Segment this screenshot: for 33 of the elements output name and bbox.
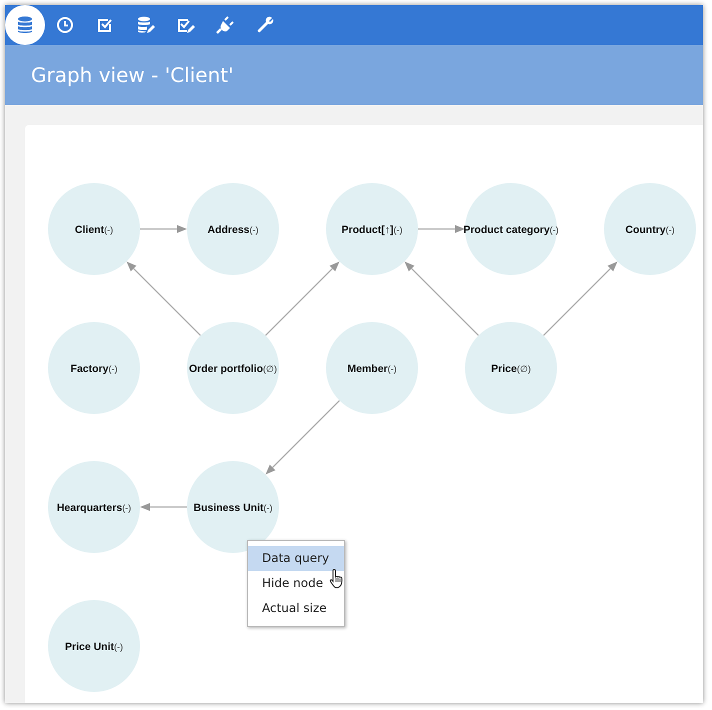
graph-node[interactable] xyxy=(604,183,696,275)
node-label: Price Unit(-) xyxy=(65,641,123,653)
wrench-icon xyxy=(255,15,275,35)
node-label: Order portfolio(∅) xyxy=(188,363,278,375)
node-label: Business Unit(-) xyxy=(194,502,272,514)
node-label: Hearquarters(-) xyxy=(56,502,132,514)
graph-node[interactable] xyxy=(326,322,418,414)
database-edit-icon xyxy=(135,15,155,35)
node-label: Client(-) xyxy=(74,224,114,236)
node-label: Product category(-) xyxy=(463,224,559,236)
graph-node[interactable] xyxy=(48,322,140,414)
graph-node[interactable] xyxy=(48,600,140,692)
graph-node[interactable] xyxy=(465,322,557,414)
node-label: Country(-) xyxy=(625,224,675,236)
graph-node[interactable] xyxy=(187,183,279,275)
menu-item[interactable]: Actual size xyxy=(248,596,344,621)
graph-node[interactable] xyxy=(187,322,279,414)
clock-icon xyxy=(55,15,75,35)
node-label: Price(∅) xyxy=(491,363,531,375)
graph-node[interactable] xyxy=(48,461,140,553)
page-title: Graph view - 'Client' xyxy=(31,63,234,87)
toolbar-button[interactable] xyxy=(5,5,45,45)
menu-item[interactable]: Data query xyxy=(248,546,344,571)
plug-icon xyxy=(215,15,235,35)
node-label: Factory(-) xyxy=(70,363,118,375)
node-label: Address(-) xyxy=(208,224,258,236)
node-label: Member(-) xyxy=(347,363,397,375)
graph-node[interactable] xyxy=(48,183,140,275)
database-icon xyxy=(15,15,35,35)
graph-node[interactable] xyxy=(187,461,279,553)
graph-node[interactable] xyxy=(465,183,557,275)
graph-node[interactable] xyxy=(326,183,418,275)
node-label: Product[↑](-) xyxy=(342,224,402,236)
